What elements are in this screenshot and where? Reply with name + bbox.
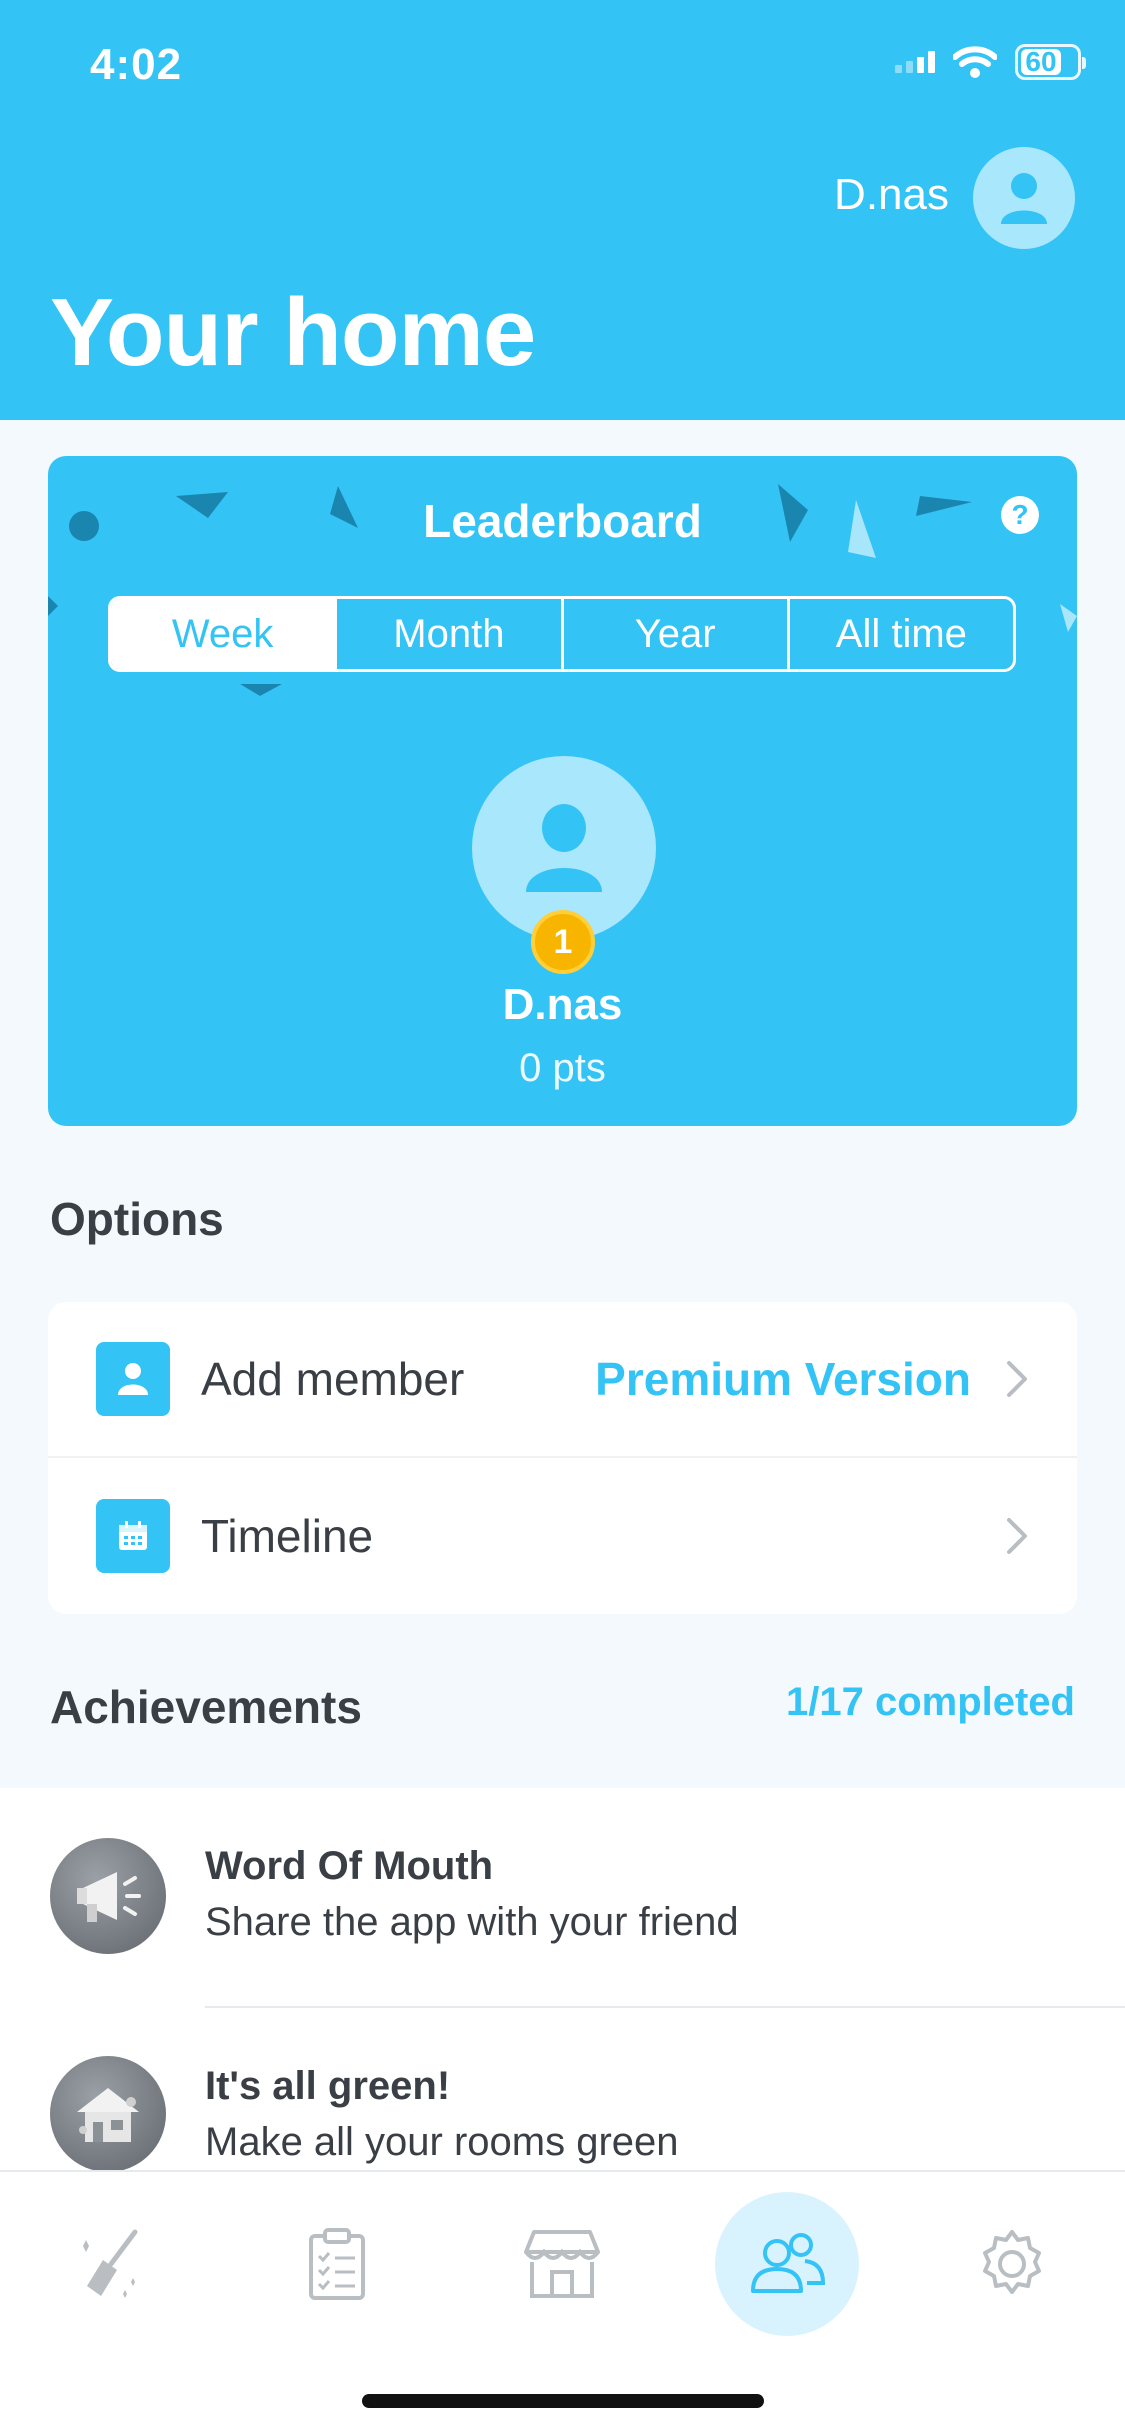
options-title: Options	[50, 1193, 224, 1245]
achievement-title: It's all green!	[205, 2064, 451, 2108]
timeline-row[interactable]: Timeline	[48, 1458, 1077, 1614]
chevron-right-icon	[1007, 1361, 1027, 1397]
chevron-right-icon	[1007, 1518, 1027, 1554]
store-icon	[524, 2230, 600, 2298]
gear-icon	[983, 2230, 1041, 2294]
achievement-desc: Share the app with your friend	[205, 1900, 739, 1944]
tab-settings[interactable]	[940, 2192, 1084, 2336]
achievements-count: 1/17 completed	[785, 1680, 1075, 1724]
user-name[interactable]: D.nas	[834, 170, 949, 220]
megaphone-icon	[50, 1838, 166, 1954]
battery-level: 60	[1021, 46, 1061, 77]
wifi-icon	[953, 45, 997, 79]
tab-tasks[interactable]	[265, 2192, 409, 2336]
members-icon	[751, 2233, 826, 2293]
status-time: 4:02	[90, 40, 183, 89]
profile-avatar[interactable]	[973, 147, 1075, 249]
home-indicator	[362, 2394, 764, 2408]
achievement-title: Word Of Mouth	[205, 1844, 494, 1888]
leader-points: 0 pts	[519, 1046, 606, 1090]
help-icon[interactable]: ?	[1001, 496, 1039, 534]
header: 4:02 60 D.nas Your home	[0, 0, 1125, 420]
achievement-item[interactable]: It's all green! Make all your rooms gree…	[0, 2008, 1125, 2173]
cellular-signal-icon	[895, 51, 935, 73]
tab-store[interactable]	[490, 2192, 634, 2336]
achievement-desc: Make all your rooms green	[205, 2120, 679, 2164]
page-title: Your home	[50, 279, 536, 386]
house-icon	[50, 2056, 166, 2172]
leaderboard-card: Leaderboard ? Week Month Year All time 1…	[48, 456, 1077, 1126]
broom-icon	[83, 2229, 138, 2298]
tab-members[interactable]	[715, 2192, 859, 2336]
calendar-icon	[96, 1499, 170, 1573]
options-card: Add member Premium Version Timeline	[48, 1302, 1077, 1614]
period-all-time[interactable]: All time	[790, 599, 1013, 669]
tab-cleaning[interactable]	[41, 2192, 185, 2336]
person-icon	[1001, 173, 1047, 224]
achievements-list: Word Of Mouth Share the app with your fr…	[0, 1788, 1125, 2173]
add-member-row[interactable]: Add member Premium Version	[48, 1302, 1077, 1458]
rank-badge: 1	[531, 910, 595, 974]
achievements-title: Achievements	[50, 1681, 362, 1733]
period-month[interactable]: Month	[337, 599, 564, 669]
period-segmented-control: Week Month Year All time	[108, 596, 1016, 672]
timeline-label: Timeline	[201, 1510, 374, 1562]
person-icon	[96, 1342, 170, 1416]
leader-name: D.nas	[502, 980, 623, 1029]
period-week[interactable]: Week	[111, 599, 338, 669]
checklist-icon	[309, 2228, 365, 2300]
achievement-item[interactable]: Word Of Mouth Share the app with your fr…	[0, 1788, 1125, 2008]
premium-version-link[interactable]: Premium Version	[595, 1352, 971, 1406]
add-member-label: Add member	[201, 1353, 465, 1405]
status-bar-right: 60	[895, 44, 1086, 80]
leaderboard-title: Leaderboard	[423, 495, 702, 547]
battery-icon: 60	[1015, 44, 1086, 80]
period-year[interactable]: Year	[564, 599, 790, 669]
person-icon	[526, 804, 602, 892]
